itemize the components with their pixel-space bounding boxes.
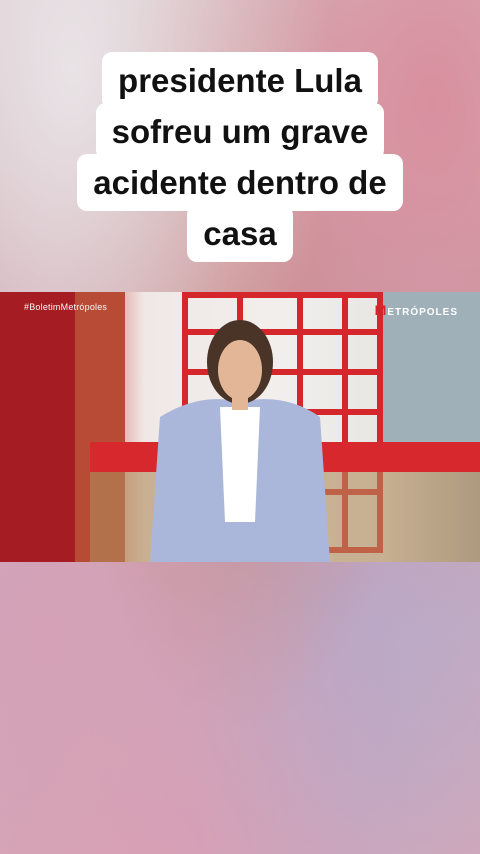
caption-overlay: presidente Lula sofreu um grave acidente… — [0, 52, 480, 262]
red-wall-panel — [0, 292, 75, 562]
caption-line-4: casa — [187, 205, 293, 262]
newsroom-scene — [0, 292, 480, 562]
caption-line-3: acidente dentro de — [77, 154, 403, 211]
hashtag-label: #BoletimMetrópoles — [24, 302, 108, 312]
caption-line-1: presidente Lula — [102, 52, 378, 109]
video-frame[interactable]: #BoletimMetrópoles METRÓPOLES — [0, 292, 480, 562]
caption-line-2: sofreu um grave — [95, 103, 385, 160]
metropoles-logo: METRÓPOLES — [374, 302, 458, 318]
